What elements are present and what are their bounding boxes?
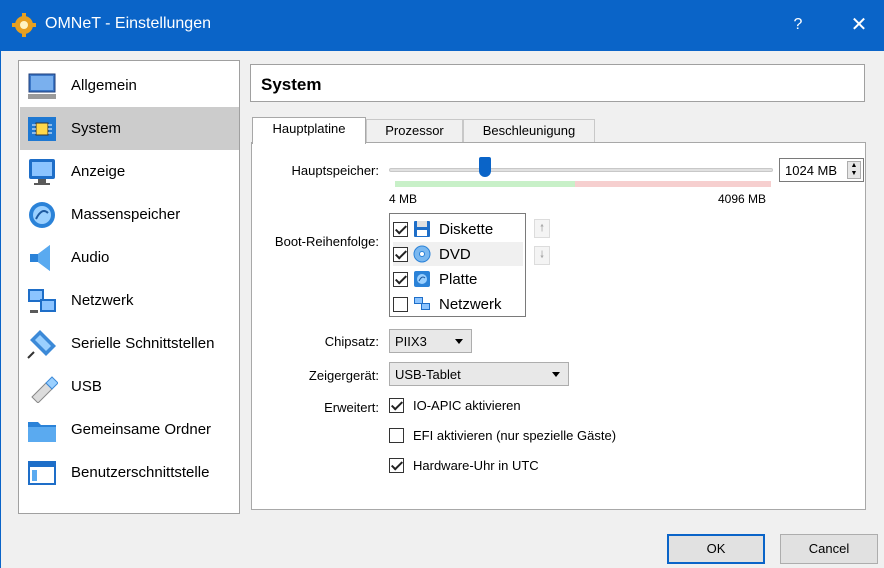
- storage-disk-icon: [29, 201, 55, 228]
- pointer-label: Zeigergerät:: [308, 368, 379, 383]
- chevron-down-icon: [552, 372, 560, 377]
- sidebar-item-allgemein[interactable]: Allgemein: [20, 64, 239, 107]
- monitor-icon: [29, 158, 55, 185]
- boot-move-up-button[interactable]: 🠕: [534, 219, 550, 238]
- sidebar-item-audio[interactable]: Audio: [20, 236, 239, 279]
- folder-icon: [28, 421, 56, 442]
- memory-slider-scale: [395, 181, 771, 189]
- memory-spinbox[interactable]: 1024 MB ▲ ▼: [779, 158, 864, 182]
- cancel-button[interactable]: Cancel: [780, 534, 878, 564]
- ok-button[interactable]: OK: [667, 534, 765, 564]
- page-title: System: [261, 75, 322, 94]
- close-button[interactable]: ✕: [844, 12, 874, 38]
- utc-clock-checkbox[interactable]: [389, 458, 404, 473]
- efi-checkbox[interactable]: [389, 428, 404, 443]
- network-icon: [414, 297, 430, 310]
- tab-hauptplatine[interactable]: Hauptplatine: [252, 117, 366, 144]
- memory-slider-handle[interactable]: [479, 157, 491, 177]
- boot-item-dvd[interactable]: DVD: [393, 242, 523, 266]
- boot-item-netzwerk[interactable]: Netzwerk: [393, 292, 523, 316]
- boot-move-down-button[interactable]: 🠗: [534, 246, 550, 265]
- memory-min-label: 4 MB: [389, 192, 418, 206]
- chipset-select[interactable]: PIIX3: [389, 329, 472, 353]
- pointer-device-select[interactable]: USB-Tablet: [389, 362, 569, 386]
- utc-clock-option[interactable]: Hardware-Uhr in UTC: [389, 458, 539, 473]
- usb-icon: [31, 375, 58, 403]
- boot-item-diskette[interactable]: Diskette: [393, 217, 523, 241]
- window-title: OMNeT - Einstellungen: [45, 15, 211, 32]
- hard-disk-icon: [414, 271, 430, 287]
- tab-prozessor[interactable]: Prozessor: [366, 119, 463, 143]
- boot-order-list[interactable]: Diskette DVD Platte Netzwerk: [389, 213, 526, 317]
- memory-slider[interactable]: [389, 168, 773, 172]
- efi-option[interactable]: EFI aktivieren (nur spezielle Gäste): [389, 428, 616, 443]
- general-icon: [28, 73, 56, 99]
- sidebar-item-massenspeicher[interactable]: Massenspeicher: [20, 193, 239, 236]
- dvd-icon: [413, 245, 431, 263]
- memory-spin-arrows[interactable]: ▲ ▼: [847, 161, 861, 179]
- sidebar-item-anzeige[interactable]: Anzeige: [20, 150, 239, 193]
- section-header: System: [250, 64, 865, 102]
- boot-checkbox-netzwerk[interactable]: [393, 296, 408, 312]
- boot-item-platte[interactable]: Platte: [393, 267, 523, 291]
- window-border: [0, 51, 1, 568]
- speaker-icon: [30, 244, 50, 271]
- sidebar-item-system[interactable]: System: [20, 107, 239, 150]
- sidebar-item-gemeinsame-ordner[interactable]: Gemeinsame Ordner: [20, 408, 239, 451]
- sidebar-item-benutzerschnittstelle[interactable]: Benutzerschnittstelle: [20, 451, 239, 494]
- memory-value: 1024 MB: [785, 163, 838, 178]
- boot-checkbox-platte[interactable]: [393, 271, 408, 287]
- chevron-down-icon: [455, 339, 463, 344]
- sidebar-item-serielle-schnittstellen[interactable]: Serielle Schnittstellen: [20, 322, 239, 365]
- boot-checkbox-dvd[interactable]: [393, 246, 408, 262]
- sidebar-item-netzwerk[interactable]: Netzwerk: [20, 279, 239, 322]
- floppy-icon: [414, 221, 430, 237]
- memory-max-label: 4096 MB: [718, 192, 767, 206]
- serial-port-icon: [27, 329, 56, 359]
- app-gear-icon: [12, 13, 36, 37]
- sidebar-item-usb[interactable]: USB: [20, 365, 239, 408]
- boot-checkbox-diskette[interactable]: [393, 221, 408, 237]
- ioapic-option[interactable]: IO-APIC aktivieren: [389, 398, 521, 413]
- tab-beschleunigung[interactable]: Beschleunigung: [463, 119, 595, 143]
- help-button[interactable]: ?: [784, 13, 812, 37]
- settings-sidebar: Allgemein System Anzeige Massenspeicher …: [18, 60, 240, 514]
- title-bar: OMNeT - Einstellungen ? ✕: [0, 0, 884, 51]
- boot-order-label: Boot-Reihenfolge:: [274, 234, 379, 249]
- chipset-label: Chipsatz:: [324, 334, 379, 349]
- ioapic-checkbox[interactable]: [389, 398, 404, 413]
- memory-label: Hauptspeicher:: [291, 163, 379, 178]
- system-chip-icon: [28, 116, 56, 141]
- extended-label: Erweitert:: [324, 400, 379, 415]
- window-ui-icon: [28, 460, 56, 485]
- network-icon: [28, 288, 56, 313]
- tab-content-panel: [251, 142, 866, 510]
